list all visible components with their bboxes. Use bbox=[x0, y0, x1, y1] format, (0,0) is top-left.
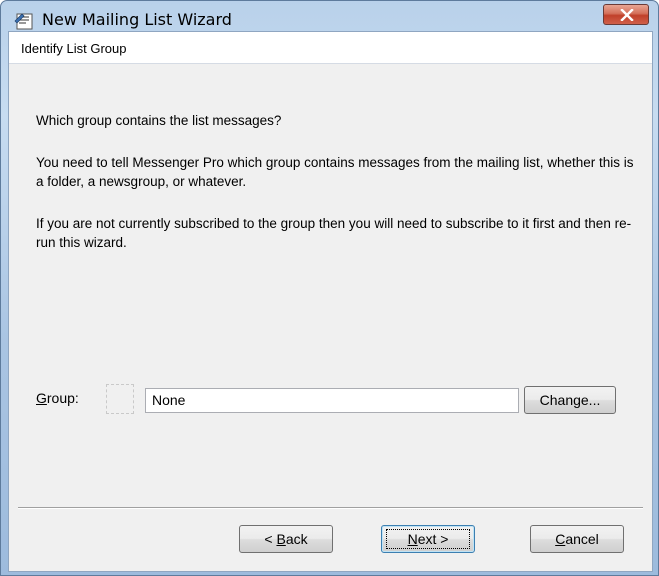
group-label-rest: roup: bbox=[46, 390, 79, 406]
group-label-accelerator: G bbox=[36, 390, 47, 406]
button-separator bbox=[18, 507, 643, 509]
group-icon bbox=[106, 384, 134, 414]
change-button[interactable]: Change... bbox=[524, 386, 616, 414]
cancel-button-rest: ancel bbox=[565, 531, 599, 547]
window-title: New Mailing List Wizard bbox=[42, 10, 232, 29]
wizard-client-area: Identify List Group Which group contains… bbox=[8, 31, 653, 572]
next-button[interactable]: Next > bbox=[381, 525, 475, 553]
cancel-button[interactable]: Cancel bbox=[530, 525, 624, 553]
wizard-app-icon bbox=[14, 11, 34, 31]
instruction-paragraph: You need to tell Messenger Pro which gro… bbox=[36, 155, 634, 189]
question-text: Which group contains the list messages? bbox=[36, 113, 282, 128]
back-button[interactable]: < Back bbox=[239, 525, 333, 553]
back-button-rest: ack bbox=[285, 531, 308, 547]
subscribe-note: If you are not currently subscribed to t… bbox=[36, 216, 632, 250]
close-icon bbox=[620, 9, 634, 21]
focus-rectangle bbox=[386, 529, 470, 549]
group-label: Group: bbox=[36, 390, 79, 406]
group-field[interactable]: None bbox=[145, 388, 519, 413]
back-button-prefix: < bbox=[264, 531, 277, 547]
close-button[interactable] bbox=[603, 4, 649, 25]
wizard-window: New Mailing List Wizard Identify List Gr… bbox=[0, 0, 659, 576]
page-title: Identify List Group bbox=[21, 41, 127, 56]
back-button-accelerator: B bbox=[276, 531, 286, 547]
wizard-header: Identify List Group bbox=[9, 32, 652, 64]
cancel-button-accelerator: C bbox=[555, 531, 566, 547]
